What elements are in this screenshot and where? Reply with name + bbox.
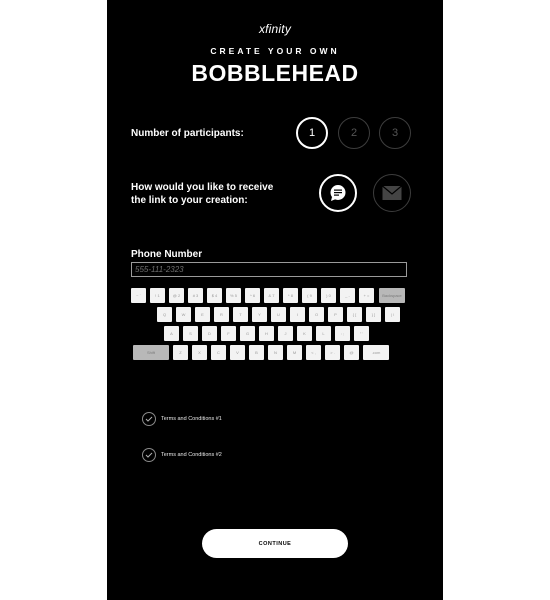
key[interactable]: < , bbox=[306, 345, 321, 360]
participant-option-2[interactable]: 2 bbox=[338, 117, 370, 149]
key[interactable]: H bbox=[259, 326, 274, 341]
key[interactable]: Z bbox=[173, 345, 188, 360]
checkmark-icon bbox=[145, 416, 153, 422]
key[interactable]: A bbox=[164, 326, 179, 341]
key[interactable]: W bbox=[176, 307, 191, 322]
key[interactable]: M bbox=[287, 345, 302, 360]
key[interactable]: | \ bbox=[385, 307, 400, 322]
brand-logo: xfinity bbox=[258, 22, 292, 36]
key[interactable]: J bbox=[278, 326, 293, 341]
key[interactable]: # 3 bbox=[188, 288, 203, 303]
app-screen: xfinity CREATE YOUR OWN BOBBLEHEAD Numbe… bbox=[107, 0, 443, 600]
key[interactable]: T bbox=[233, 307, 248, 322]
terms-1-label[interactable]: Terms and Conditions #1 bbox=[161, 416, 222, 422]
key[interactable]: > . bbox=[325, 345, 340, 360]
key[interactable]: I bbox=[290, 307, 305, 322]
key[interactable]: } ] bbox=[366, 307, 381, 322]
delivery-label: How would you like to receive the link t… bbox=[131, 181, 281, 207]
key[interactable]: ( 9 bbox=[302, 288, 317, 303]
chat-bubble-icon bbox=[330, 185, 346, 201]
key[interactable]: ~ ` bbox=[131, 288, 146, 303]
participants-label: Number of participants: bbox=[131, 128, 244, 139]
phone-number-label: Phone Number bbox=[131, 249, 203, 260]
page-title: BOBBLEHEAD bbox=[191, 60, 359, 86]
key[interactable]: N bbox=[268, 345, 283, 360]
key[interactable]: ^ 6 bbox=[245, 288, 260, 303]
key[interactable]: F bbox=[221, 326, 236, 341]
key[interactable]: G bbox=[240, 326, 255, 341]
key[interactable]: + = bbox=[359, 288, 374, 303]
key[interactable]: & 7 bbox=[264, 288, 279, 303]
key[interactable]: _ - bbox=[340, 288, 355, 303]
key[interactable]: % 5 bbox=[226, 288, 241, 303]
key[interactable]: @ 2 bbox=[169, 288, 184, 303]
key[interactable]: U bbox=[271, 307, 286, 322]
key[interactable]: : ; bbox=[335, 326, 350, 341]
continue-button[interactable]: CONTINUE bbox=[202, 529, 348, 558]
key[interactable]: X bbox=[192, 345, 207, 360]
participant-option-1[interactable]: 1 bbox=[296, 117, 328, 149]
key[interactable]: Q bbox=[157, 307, 172, 322]
key[interactable]: { [ bbox=[347, 307, 362, 322]
email-option[interactable] bbox=[373, 174, 411, 212]
key[interactable]: O bbox=[309, 307, 324, 322]
key[interactable]: @ bbox=[344, 345, 359, 360]
envelope-icon bbox=[382, 185, 402, 200]
key[interactable]: K bbox=[297, 326, 312, 341]
key[interactable]: E bbox=[195, 307, 210, 322]
delivery-label-line1: How would you like to receive bbox=[131, 182, 274, 193]
key[interactable]: P bbox=[328, 307, 343, 322]
key[interactable]: R bbox=[214, 307, 229, 322]
terms-2-checkbox[interactable] bbox=[142, 448, 156, 462]
key[interactable]: ) 0 bbox=[321, 288, 336, 303]
page-subtitle: CREATE YOUR OWN bbox=[210, 46, 340, 56]
dot-com-key[interactable]: .com bbox=[363, 345, 389, 360]
key[interactable]: $ 4 bbox=[207, 288, 222, 303]
key[interactable]: S bbox=[183, 326, 198, 341]
key[interactable]: D bbox=[202, 326, 217, 341]
key[interactable]: * 8 bbox=[283, 288, 298, 303]
key[interactable]: V bbox=[230, 345, 245, 360]
shift-key[interactable]: Shift bbox=[133, 345, 169, 360]
key[interactable]: " ' bbox=[354, 326, 369, 341]
text-message-option[interactable] bbox=[319, 174, 357, 212]
key[interactable]: C bbox=[211, 345, 226, 360]
terms-2-label[interactable]: Terms and Conditions #2 bbox=[161, 452, 222, 458]
participant-option-3[interactable]: 3 bbox=[379, 117, 411, 149]
backspace-key[interactable]: Backspace bbox=[379, 288, 405, 303]
key[interactable]: B bbox=[249, 345, 264, 360]
key[interactable]: L bbox=[316, 326, 331, 341]
delivery-label-line2: the link to your creation: bbox=[131, 195, 248, 206]
checkmark-icon bbox=[145, 452, 153, 458]
phone-number-input[interactable] bbox=[131, 262, 407, 277]
key[interactable]: Y bbox=[252, 307, 267, 322]
key[interactable]: ! 1 bbox=[150, 288, 165, 303]
terms-1-checkbox[interactable] bbox=[142, 412, 156, 426]
